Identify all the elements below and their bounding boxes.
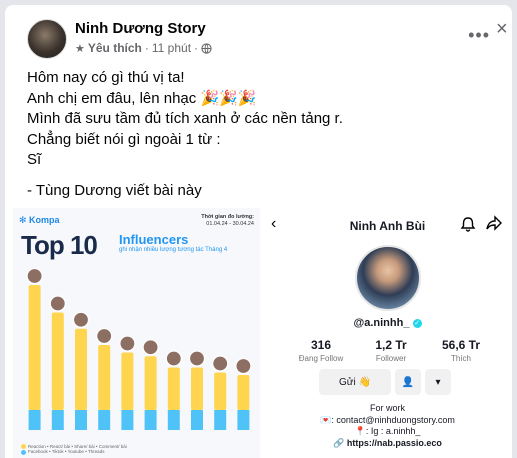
influencer-bar	[96, 327, 113, 430]
influencer-avatar	[72, 311, 90, 328]
bar-platform	[98, 410, 111, 430]
influencer-avatar	[188, 350, 206, 367]
bell-icon	[460, 217, 476, 232]
bar-platform	[121, 410, 134, 430]
message-button: Gửi 👋	[319, 369, 391, 395]
infographic-image[interactable]: ✻ Kompa Thời gian đo lường: 01.04.24 - 3…	[13, 208, 260, 458]
bar-platform	[191, 410, 203, 430]
chevron-down-icon: ▾	[425, 369, 451, 395]
bar-reaction	[144, 356, 157, 410]
bar-platform	[237, 410, 250, 430]
influencer-bar	[26, 267, 43, 430]
influencer-avatar	[142, 339, 159, 356]
close-icon[interactable]: ×	[496, 17, 512, 41]
post-line: - Tùng Dương viết bài này	[27, 181, 202, 199]
post-time[interactable]: 11 phút	[152, 41, 191, 55]
audience-label[interactable]: Yêu thích	[88, 41, 142, 55]
measure-period: Thời gian đo lường: 01.04.24 - 30.04.24	[201, 214, 254, 227]
influencer-bar	[119, 335, 136, 430]
influencer-bar-chart	[26, 267, 252, 430]
influencer-avatar	[49, 295, 66, 312]
influencer-bar	[49, 295, 66, 430]
influencer-avatar	[235, 357, 252, 375]
influencer-bar	[235, 357, 252, 430]
bar-reaction	[75, 328, 87, 410]
post-media: ✻ Kompa Thời gian đo lường: 01.04.24 - 3…	[5, 208, 512, 458]
author-avatar[interactable]	[27, 19, 67, 59]
profile-screenshot[interactable]: ‹ Ninh Anh Bùi @a.ninhh_ ✓ 316 Đang Foll…	[263, 208, 512, 458]
infographic-title: Top 10	[21, 230, 98, 260]
bar-platform	[75, 410, 87, 430]
post-line: Mình đã sưu tầm đủ tích xanh ở các nền t…	[27, 110, 343, 127]
author-name[interactable]: Ninh Dương Story	[75, 20, 206, 37]
bar-platform	[214, 410, 227, 430]
bar-platform	[51, 410, 64, 430]
post-line: Chẳng biết nói gì ngoài 1 từ :	[27, 130, 221, 148]
chart-legend: Reaction • React/ bài • Share/ bài • Com…	[21, 444, 139, 455]
kompa-logo: ✻ Kompa	[19, 215, 60, 225]
post-meta: ★ Yêu thích · 11 phút ·	[75, 41, 212, 55]
profile-actions: Gửi 👋 👤 ▾	[319, 369, 451, 395]
post-text: Hôm nay có gì thú vị ta! Anh chị em đâu,…	[27, 68, 497, 201]
influencer-bar	[188, 350, 206, 430]
more-options-icon[interactable]: •••	[468, 25, 490, 46]
bar-reaction	[121, 352, 134, 410]
globe-icon	[201, 42, 212, 54]
influencer-bar	[165, 350, 182, 430]
separator-dot: ·	[144, 41, 149, 55]
bar-platform	[167, 410, 180, 430]
post-line: Sĩ	[27, 151, 42, 168]
separator-dot: ·	[194, 41, 199, 55]
infographic-accent: Influencers	[119, 232, 189, 247]
post-card: Ninh Dương Story ★ Yêu thích · 11 phút ·…	[5, 5, 512, 458]
influencer-avatar	[165, 350, 182, 367]
influencer-bar	[212, 355, 229, 430]
bar-reaction	[214, 372, 227, 410]
influencer-avatar	[119, 335, 136, 352]
stat-followers: 1,2 Tr Follower	[375, 338, 407, 363]
stat-following: 316 Đang Follow	[298, 338, 344, 363]
influencer-bar	[142, 339, 159, 430]
bar-platform	[28, 410, 41, 430]
bar-reaction	[28, 285, 41, 410]
profile-stats: 316 Đang Follow 1,2 Tr Follower 56,6 Tr …	[291, 338, 491, 363]
bar-reaction	[167, 367, 180, 410]
influencer-avatar	[212, 355, 229, 372]
bar-reaction	[98, 345, 111, 410]
post-line: Anh chị em đâu, lên nhạc 🎉🎉🎉	[27, 89, 257, 107]
stat-likes: 56,6 Tr Thích	[441, 338, 481, 363]
profile-handle: @a.ninhh_ ✓	[353, 317, 422, 329]
post-line: Hôm nay có gì thú vị ta!	[27, 69, 185, 86]
infographic-subtitle: ghi nhận nhiều lượng tương tác Tháng 4	[119, 247, 228, 253]
bar-reaction	[237, 375, 250, 410]
bar-reaction	[191, 367, 203, 410]
influencer-bar	[72, 311, 90, 430]
add-friend-icon: 👤	[395, 369, 421, 395]
star-icon: ★	[75, 42, 85, 55]
verified-icon: ✓	[412, 318, 422, 328]
bar-reaction	[51, 312, 64, 410]
share-icon	[486, 215, 502, 231]
bar-platform	[144, 410, 157, 430]
influencer-avatar	[96, 327, 113, 345]
profile-bio: For work 💌: contact@ninhduongstory.com 📍…	[320, 403, 455, 448]
influencer-avatar	[26, 267, 43, 285]
profile-avatar	[355, 245, 421, 311]
